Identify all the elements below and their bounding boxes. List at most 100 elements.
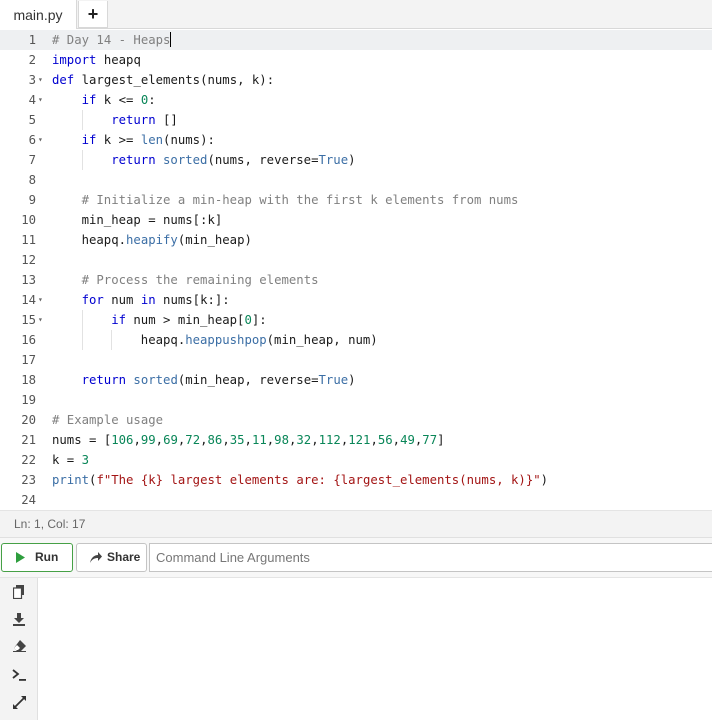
line-number: 24 [21,493,36,507]
code-line[interactable]: 23 print(f"The {k} largest elements are: … [0,470,712,490]
code-line[interactable]: 19 [0,390,712,410]
code-token: heapq [96,53,141,67]
code-token: k >= [96,133,141,147]
fold-arrow-icon[interactable]: ▾ [38,70,48,90]
code-line[interactable]: 16 heapq.heappushpop(min_heap, num) [0,330,712,350]
code-token: f"The {k} largest elements are: {largest… [96,473,541,487]
code-line[interactable]: 20 # Example usage [0,410,712,430]
code-line[interactable]: 6 ▾ if k >= len(nums): [0,130,712,150]
code-text: import heapq [52,50,141,70]
code-token: heappushpop [185,333,267,347]
fold-arrow-icon[interactable]: ▾ [38,130,48,150]
code-text: return sorted(nums, reverse=True) [111,150,355,170]
line-number: 21 [21,433,36,447]
eraser-icon[interactable] [9,636,29,656]
code-token: in [140,293,156,307]
code-token: return [111,113,156,127]
text-cursor [170,32,172,47]
line-number: 12 [21,253,36,267]
line-number: 7 [28,153,36,167]
fold-arrow-icon[interactable]: ▾ [38,290,48,310]
code-token: 72 [185,433,201,447]
code-token: print [52,473,90,487]
run-button[interactable]: Run [1,543,73,572]
code-line[interactable]: 3 ▾ def largest_elements(nums, k): [0,70,712,90]
expand-icon[interactable] [9,692,29,712]
code-token: , [392,433,401,447]
code-token: (min_heap) [177,233,252,247]
code-token: 32 [296,433,312,447]
code-editor[interactable]: 1 # Day 14 - Heaps 2 import heapq 3 ▾ def larg… [0,29,712,510]
code-text: heapq.heapify(min_heap) [82,230,252,250]
terminal-icon[interactable] [9,665,29,685]
code-token: sorted [163,153,208,167]
code-line[interactable]: 5 return [] [0,110,712,130]
code-line[interactable]: 22 k = 3 [0,450,712,470]
code-token: import [52,53,97,67]
code-token: , [244,433,252,447]
code-token: ] [437,433,445,447]
code-line[interactable]: 1 # Day 14 - Heaps [0,30,712,50]
code-line[interactable]: 15 ▾ if num > min_heap[0]: [0,310,712,330]
code-token: 121 [348,433,371,447]
command-line-arguments-input[interactable] [149,543,712,572]
code-token: def [52,73,75,87]
run-toolbar: Run Share [0,537,712,577]
code-token: 56 [377,433,393,447]
fold-arrow-icon[interactable]: ▾ [38,310,48,330]
code-line[interactable]: 2 import heapq [0,50,712,70]
code-line[interactable]: 14 ▾ for num in nums[k:]: [0,290,712,310]
code-text: return sorted(min_heap, reverse=True) [82,370,356,390]
code-token: ]: [251,313,267,327]
tab-main-py[interactable]: main.py [0,0,77,30]
indent-guide [81,310,83,330]
code-text: # Initialize a min-heap with the first k… [82,190,519,210]
line-number: 5 [28,113,36,127]
code-line[interactable]: 21 nums = [106,99,69,72,86,35,11,98,32,11… [0,430,712,450]
line-number: 8 [28,173,36,187]
code-line[interactable]: 18 return sorted(min_heap, reverse=True) [0,370,712,390]
code-token: , [370,433,378,447]
code-line[interactable]: 9 # Initialize a min-heap with the first … [0,190,712,210]
line-number: 10 [21,213,36,227]
code-token: , [311,433,319,447]
code-token: 49 [400,433,415,447]
code-token: # Day 14 - Heaps [52,33,171,47]
copy-icon[interactable] [9,582,29,602]
code-line[interactable]: 7 return sorted(nums, reverse=True) [0,150,712,170]
code-token: 112 [318,433,341,447]
code-line[interactable]: 17 [0,350,712,370]
code-token: nums[k:]: [155,293,230,307]
download-icon[interactable] [9,609,29,629]
code-token: heapq. [81,233,127,247]
code-token: num > min_heap[ [126,313,245,327]
indent-guide [111,330,113,350]
code-text: heapq.heappushpop(min_heap, num) [141,330,378,350]
code-line[interactable]: 12 [0,250,712,270]
line-number: 13 [21,273,36,287]
code-line[interactable]: 8 [0,170,712,190]
code-token: True [318,153,349,167]
code-token: True [318,373,349,387]
line-number: 16 [21,333,36,347]
code-token: (min_heap, reverse= [177,373,319,387]
code-token: len [140,133,164,147]
code-token: num [103,293,141,307]
code-line[interactable]: 24 [0,490,712,510]
code-token: sorted [133,373,178,387]
code-token: 0 [244,313,252,327]
line-number: 11 [21,233,36,247]
code-token: largest_elements(nums, k): [74,73,275,87]
fold-arrow-icon[interactable]: ▾ [38,90,48,110]
code-line[interactable]: 4 ▾ if k <= 0: [0,90,712,110]
code-token: (nums, reverse= [207,153,319,167]
code-token: , [222,433,230,447]
code-token: , [155,433,164,447]
code-token: # Example usage [52,413,164,427]
code-line[interactable]: 10 min_heap = nums[:k] [0,210,712,230]
line-number: 9 [28,193,36,207]
code-line[interactable]: 13 # Process the remaining elements [0,270,712,290]
share-button[interactable]: Share [76,543,147,572]
code-line[interactable]: 11 heapq.heapify(min_heap) [0,230,712,250]
add-tab-button[interactable]: + [78,1,108,28]
